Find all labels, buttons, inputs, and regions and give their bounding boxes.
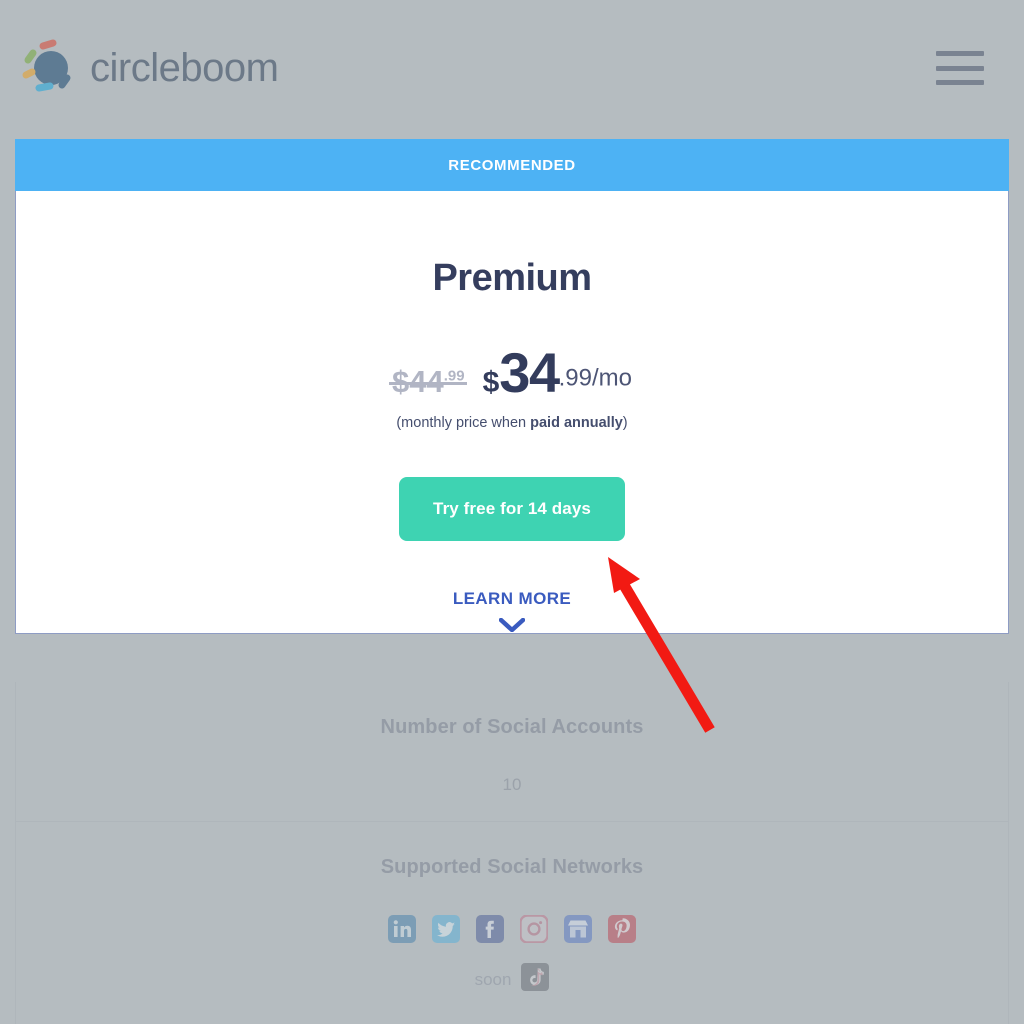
pricing-card-body: Premium $44.99 $34.99/mo (monthly price … [16,191,1008,633]
feature-row: Number of Social Accounts 10 [16,682,1008,822]
feature-title: Number of Social Accounts [380,716,644,738]
billing-note-emphasis: paid annually [530,415,623,431]
feature-title: Supported Social Networks [380,856,644,878]
try-free-button[interactable]: Try free for 14 days [399,477,625,541]
chevron-down-icon[interactable] [498,617,526,633]
original-price-cents: .99 [443,367,465,385]
billing-note: (monthly price when paid annually) [16,415,1008,431]
original-price: $44.99 [389,364,467,399]
current-price-currency: $ [482,366,500,399]
current-price-amount: 34 [499,341,560,404]
site-header: circleboom [0,0,1024,136]
pinterest-icon [608,915,636,943]
google-business-icon [564,915,592,943]
linkedin-icon [388,915,416,943]
tiktok-icon [521,963,550,996]
premium-pricing-card: RECOMMENDED Premium $44.99 $34.99/mo (mo… [15,139,1009,634]
original-price-currency: $ [392,364,410,399]
circleboom-logo-icon [18,37,80,99]
price-row: $44.99 $34.99/mo [16,345,1008,401]
hamburger-menu-icon[interactable] [936,51,984,85]
current-price: $34.99/mo [483,345,632,401]
feature-row: Supported Social Networks soon [16,822,1008,1022]
hamburger-line [936,65,984,71]
feature-comparison-area: Number of Social Accounts 10 Supported S… [15,682,1009,1024]
twitter-icon [432,915,460,943]
coming-soon-row: soon [16,963,1008,996]
instagram-icon [519,914,549,944]
feature-value: 10 [502,775,522,794]
hamburger-line [936,51,984,56]
original-price-amount: 44 [409,364,444,399]
supported-networks-list [16,914,1008,944]
current-price-cents: .99/mo [558,364,632,392]
hamburger-line [936,80,984,85]
recommended-ribbon: RECOMMENDED [15,139,1009,191]
billing-note-prefix: (monthly price when [396,415,531,431]
soon-label: soon [474,969,512,989]
billing-note-suffix: ) [622,415,628,431]
brand-logo[interactable]: circleboom [18,37,279,99]
brand-name: circleboom [90,46,279,90]
facebook-icon [476,915,504,943]
learn-more-group[interactable]: LEARN MORE [16,589,1008,633]
plan-title: Premium [432,257,592,299]
learn-more-link[interactable]: LEARN MORE [453,589,571,609]
